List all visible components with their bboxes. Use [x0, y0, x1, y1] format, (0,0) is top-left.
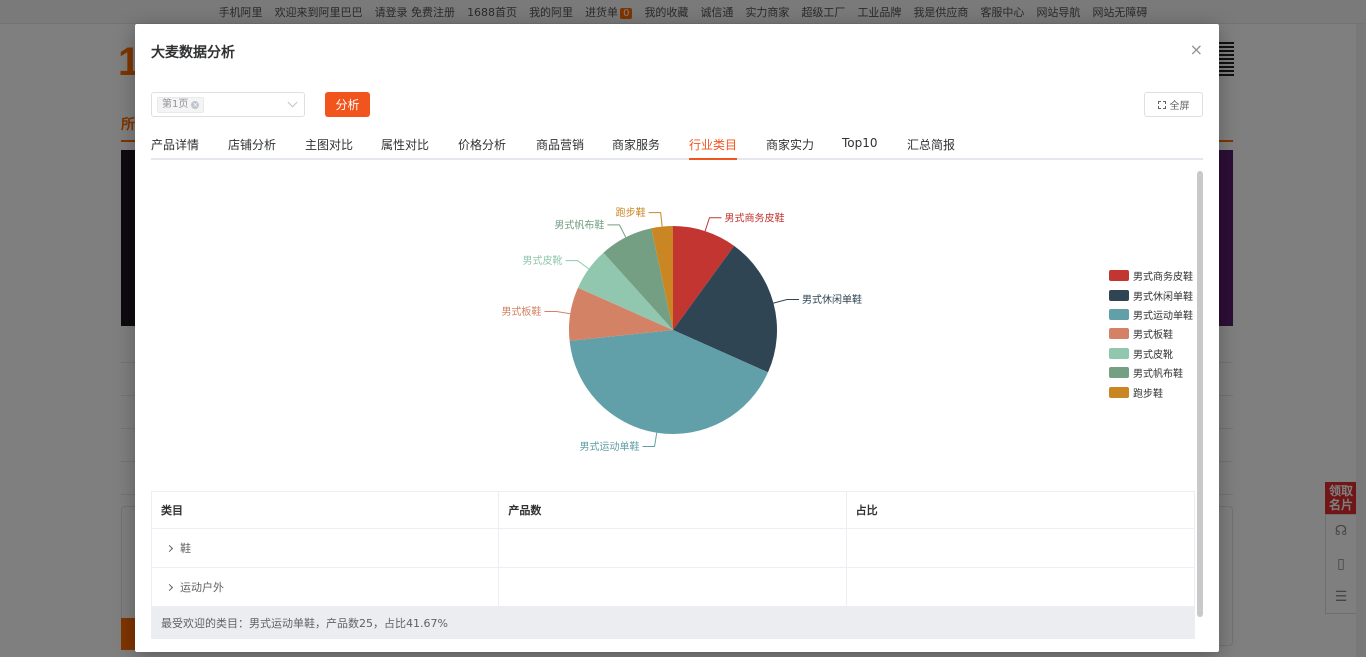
select-tag: 第1页 × [157, 97, 205, 113]
row-count-cell [499, 529, 847, 567]
legend-label: 男式休闲单鞋 [1133, 291, 1193, 303]
chevron-right-icon[interactable] [165, 583, 174, 591]
analysis-dialog: 大麦数据分析 × 第1页 × 分析 全屏 产品详情 店铺分析 主图对比 属性对比… [135, 24, 1219, 652]
pie-slice-label: 男式运动单鞋 [580, 440, 640, 453]
tab-bar: 产品详情 店铺分析 主图对比 属性对比 价格分析 商品营销 商家服务 行业类目 … [151, 132, 1203, 160]
legend-item[interactable]: 跑步鞋 [1109, 382, 1203, 401]
fullscreen-button[interactable]: 全屏 [1144, 92, 1203, 117]
tag-close-icon[interactable]: × [191, 101, 200, 109]
select-tag-label: 第1页 [162, 99, 189, 110]
legend-item[interactable]: 男式皮靴 [1109, 344, 1203, 363]
legend-item[interactable]: 男式商务皮鞋 [1109, 266, 1203, 285]
fullscreen-label: 全屏 [1169, 101, 1190, 112]
pie-slice-label: 男式帆布鞋 [554, 218, 604, 231]
row-category-name: 鞋 [180, 542, 191, 555]
row-count-cell [499, 568, 847, 606]
legend-swatch [1109, 308, 1129, 320]
label-leader-line [648, 212, 663, 227]
row-ratio-cell [847, 568, 1194, 606]
legend-label: 男式帆布鞋 [1133, 369, 1183, 381]
legend-swatch [1109, 328, 1129, 340]
tab-content: 男式商务皮鞋 男式休闲单鞋 男式运动单鞋 男式板鞋 男式皮靴 男式帆布鞋 跑步鞋 男式商务皮… [151, 170, 1203, 646]
tab-price[interactable]: 价格分析 [458, 136, 506, 160]
row-ratio-cell [847, 529, 1194, 567]
pie-slice-label: 男式休闲单鞋 [802, 293, 862, 306]
header-category: 类目 [152, 492, 500, 528]
legend-swatch [1109, 367, 1129, 379]
label-leader-line [642, 432, 658, 448]
tab-merchant-strength[interactable]: 商家实力 [766, 136, 814, 160]
chevron-right-icon[interactable] [165, 544, 174, 552]
content-scrollbar[interactable] [1197, 171, 1203, 617]
row-category-name: 运动户外 [180, 581, 224, 594]
row-category-cell: 鞋 [152, 529, 500, 567]
close-icon[interactable]: × [1190, 40, 1203, 59]
tab-top10[interactable]: Top10 [842, 136, 878, 160]
tab-product-detail[interactable]: 产品详情 [151, 136, 199, 160]
pie-slice-label: 男式皮靴 [523, 254, 563, 267]
page-select[interactable]: 第1页 × [151, 92, 305, 117]
table-row[interactable]: 鞋 [152, 529, 1194, 568]
analyze-button[interactable]: 分析 [325, 92, 370, 117]
label-leader-line [607, 224, 627, 238]
chart-legend: 男式商务皮鞋 男式休闲单鞋 男式运动单鞋 男式板鞋男式皮靴男式帆布鞋跑步鞋 [1109, 266, 1203, 402]
label-leader-line [544, 311, 571, 315]
legend-item[interactable]: 男式休闲单鞋 [1109, 285, 1203, 304]
legend-label: 男式板鞋 [1133, 330, 1173, 342]
legend-label: 男式运动单鞋 [1133, 310, 1193, 322]
pie-slice-label: 男式板鞋 [501, 305, 541, 318]
label-leader-line [704, 217, 722, 232]
fullscreen-icon [1157, 100, 1166, 109]
chevron-down-icon [287, 97, 298, 108]
row-category-cell: 运动户外 [152, 568, 500, 606]
table-summary: 最受欢迎的类目：男式运动单鞋，产品数25，占比41.67% [152, 607, 1194, 639]
header-count: 产品数 [499, 492, 847, 528]
legend-label: 跑步鞋 [1133, 388, 1163, 400]
tab-summary[interactable]: 汇总简报 [907, 136, 955, 160]
label-leader-line [565, 260, 590, 270]
legend-swatch [1109, 347, 1129, 359]
legend-swatch [1109, 386, 1129, 398]
tab-shop-analysis[interactable]: 店铺分析 [228, 136, 276, 160]
tab-attribute[interactable]: 属性对比 [381, 136, 429, 160]
tab-merchant-service[interactable]: 商家服务 [612, 136, 660, 160]
legend-swatch [1109, 270, 1129, 282]
dialog-title: 大麦数据分析 [151, 45, 235, 61]
table-header: 类目 产品数 占比 [152, 492, 1194, 529]
tab-industry-category[interactable]: 行业类目 [689, 136, 738, 160]
pie-slice-label: 男式商务皮鞋 [724, 211, 784, 224]
legend-item[interactable]: 男式帆布鞋 [1109, 363, 1203, 382]
label-leader-line [773, 298, 799, 304]
legend-item[interactable]: 男式板鞋 [1109, 324, 1203, 343]
category-pie-chart: 男式商务皮鞋男式休闲单鞋男式运动单鞋 男式板鞋 男式皮靴 男式帆布鞋跑步鞋 [501, 206, 862, 453]
legend-label: 男式皮靴 [1133, 349, 1173, 361]
legend-item[interactable]: 男式运动单鞋 [1109, 305, 1203, 324]
header-ratio: 占比 [855, 504, 878, 517]
legend-swatch [1109, 289, 1129, 301]
tab-marketing[interactable]: 商品营销 [536, 136, 584, 160]
category-table: 类目 产品数 占比 鞋 运动户外 最受欢迎的类目：男式运动单鞋，产品数25，占比… [151, 491, 1195, 639]
legend-label: 男式商务皮鞋 [1133, 272, 1193, 284]
pie-slice-label: 跑步鞋 [616, 206, 646, 219]
table-row[interactable]: 运动户外 [152, 568, 1194, 607]
tab-main-image[interactable]: 主图对比 [305, 136, 353, 160]
